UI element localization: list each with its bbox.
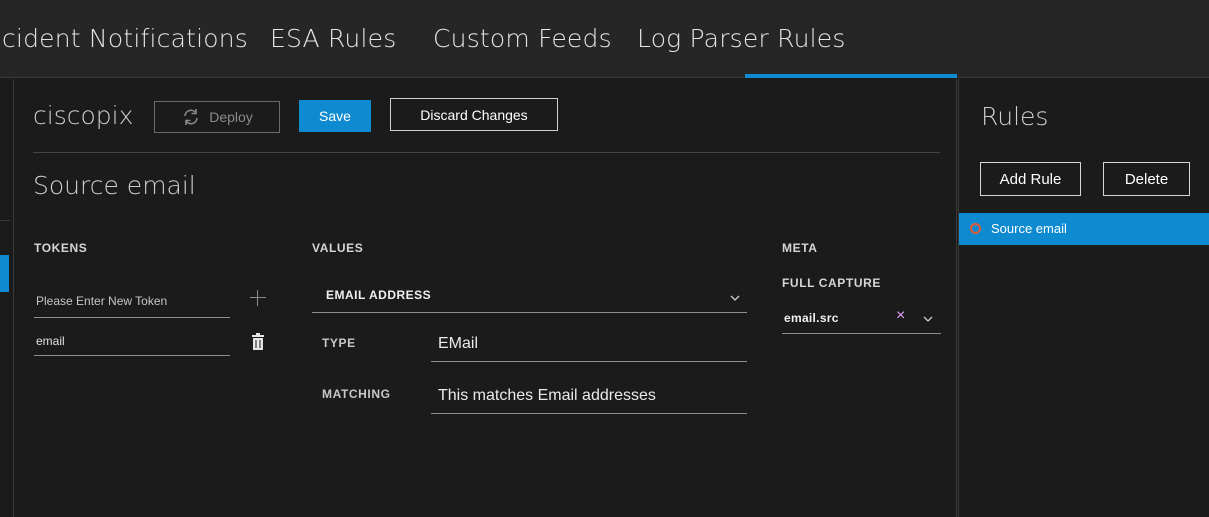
delete-button[interactable]: Delete	[1103, 162, 1190, 196]
full-capture-label: FULL CAPTURE	[782, 276, 881, 290]
rules-title: Rules	[981, 102, 1049, 131]
active-tab-indicator	[745, 74, 957, 78]
deploy-label: Deploy	[209, 109, 253, 125]
full-capture-value: email.src	[784, 311, 839, 325]
rule-editor-panel: ciscopix Deploy Save Discard Changes Sou…	[14, 79, 957, 517]
save-button[interactable]: Save	[299, 100, 371, 132]
tab-esa-rules[interactable]: ESA Rules	[270, 24, 396, 53]
parser-name: ciscopix	[33, 101, 134, 130]
selected-strip	[0, 255, 9, 292]
rule-status-icon	[970, 223, 981, 234]
token-input-email[interactable]: email	[34, 327, 230, 356]
header-divider	[33, 152, 940, 153]
top-nav: cident Notifications ESA Rules Custom Fe…	[0, 0, 1209, 78]
rules-panel: Rules Add Rule Delete Source email	[958, 79, 1209, 517]
deploy-button[interactable]: Deploy	[154, 101, 280, 133]
matching-label: MATCHING	[322, 387, 391, 401]
type-field[interactable]: EMail	[431, 326, 747, 362]
discard-changes-button[interactable]: Discard Changes	[390, 98, 558, 131]
trash-icon[interactable]	[252, 333, 264, 350]
refresh-icon	[184, 109, 199, 125]
tab-log-parser-rules[interactable]: Log Parser Rules	[637, 24, 846, 53]
clear-icon[interactable]: ×	[896, 307, 905, 325]
matching-field[interactable]: This matches Email addresses	[431, 378, 747, 414]
add-rule-button[interactable]: Add Rule	[980, 162, 1081, 196]
chevron-down-icon	[730, 295, 740, 301]
gutter-divider	[0, 220, 10, 221]
value-type-selected: EMAIL ADDRESS	[326, 288, 432, 302]
value-type-select[interactable]: EMAIL ADDRESS	[312, 279, 747, 313]
left-gutter	[0, 79, 14, 517]
chevron-down-icon[interactable]	[923, 314, 933, 324]
meta-heading: META	[782, 241, 818, 255]
add-token-icon[interactable]	[249, 289, 267, 307]
tab-incident-notifications[interactable]: cident Notifications	[2, 24, 248, 53]
rule-list-item[interactable]: Source email	[959, 213, 1209, 245]
tab-custom-feeds[interactable]: Custom Feeds	[433, 24, 612, 53]
rule-title: Source email	[33, 171, 196, 200]
type-label: TYPE	[322, 336, 356, 350]
tokens-heading: TOKENS	[34, 241, 88, 255]
full-capture-select[interactable]: email.src ×	[782, 299, 941, 334]
new-token-input[interactable]: Please Enter New Token	[34, 285, 230, 318]
rule-list-item-label: Source email	[991, 221, 1067, 236]
values-heading: VALUES	[312, 241, 364, 255]
